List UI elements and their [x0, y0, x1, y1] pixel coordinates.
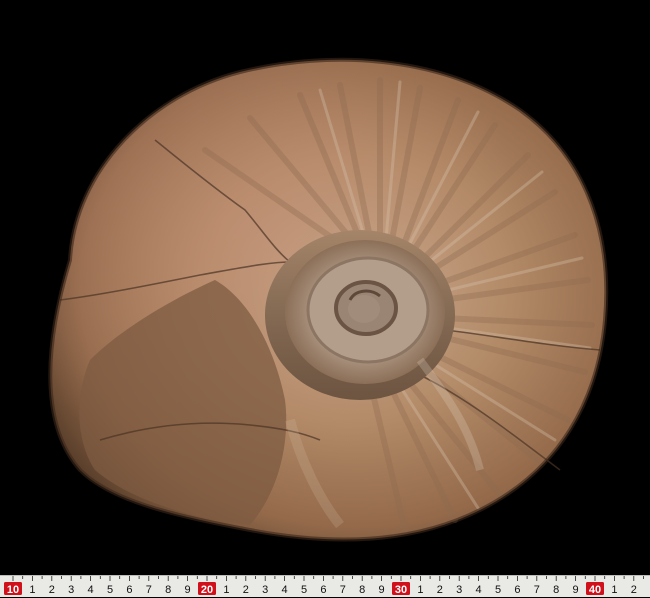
ruler-label: 9	[573, 584, 579, 596]
ruler-scale: 10 1 2 3 4 5 6 7 8 9 20 1 2 3 4 5 6 7 8 9 30 1 2 3 4 5 6 7 8 9 40 1 2	[4, 576, 644, 596]
ruler-label: 6	[514, 584, 520, 596]
ruler-label: 20	[201, 584, 213, 596]
ruler-label: 10	[7, 584, 19, 596]
measuring-ruler: 10 1 2 3 4 5 6 7 8 9 20 1 2 3 4 5 6 7 8 9 30 1 2 3 4 5 6 7 8 9 40 1 2	[0, 575, 650, 597]
ruler-label: 3	[262, 584, 268, 596]
ruler-label: 30	[395, 584, 407, 596]
ruler-label: 4	[88, 584, 94, 596]
ammonite-fossil	[48, 57, 609, 542]
ruler-label: 1	[223, 584, 229, 596]
ruler-label: 5	[301, 584, 307, 596]
ruler-label: 5	[495, 584, 501, 596]
ruler-label: 3	[456, 584, 462, 596]
ruler-label: 40	[589, 584, 601, 596]
ruler-label: 9	[185, 584, 191, 596]
ruler-label: 8	[359, 584, 365, 596]
ruler-label: 2	[49, 584, 55, 596]
ruler-label: 6	[320, 584, 326, 596]
ruler-label: 3	[68, 584, 74, 596]
ruler-label: 1	[29, 584, 35, 596]
ruler-label: 4	[476, 584, 482, 596]
ruler-label: 5	[107, 584, 113, 596]
ruler-label: 7	[534, 584, 540, 596]
ruler-label: 4	[282, 584, 288, 596]
ruler-label: 7	[340, 584, 346, 596]
ruler-label: 8	[165, 584, 171, 596]
ruler-label: 8	[553, 584, 559, 596]
ruler-label: 1	[611, 584, 617, 596]
ruler-label: 2	[243, 584, 249, 596]
ruler-label: 1	[417, 584, 423, 596]
ruler-label: 6	[126, 584, 132, 596]
ruler-label: 2	[631, 584, 637, 596]
ruler-label: 2	[437, 584, 443, 596]
photo-scene	[0, 0, 650, 575]
ruler-label: 9	[379, 584, 385, 596]
ruler-label: 7	[146, 584, 152, 596]
